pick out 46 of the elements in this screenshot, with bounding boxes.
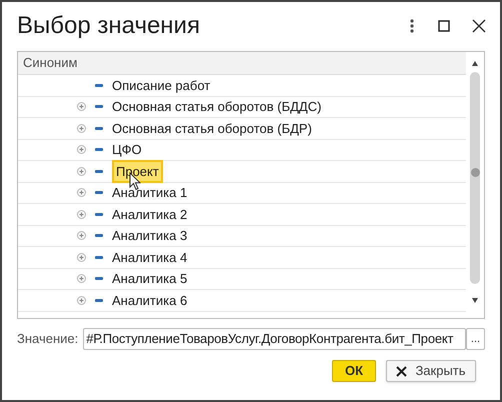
window-title: Выбор значения	[17, 11, 201, 41]
maximize-icon[interactable]	[438, 20, 450, 32]
expand-icon[interactable]	[77, 210, 86, 219]
expand-icon[interactable]	[77, 102, 86, 112]
attribute-icon	[95, 148, 103, 152]
tree-item[interactable]: Основная статья оборотов (БДДС)	[112, 97, 322, 116]
tree-item[interactable]: ЦФО	[112, 140, 142, 160]
expand-icon[interactable]	[77, 145, 86, 154]
tree-item[interactable]: Аналитика 4	[112, 248, 188, 267]
attribute-icon	[95, 170, 103, 173]
scroll-thumb[interactable]	[470, 168, 480, 177]
expand-icon[interactable]	[77, 124, 86, 133]
tree-item[interactable]: Аналитика 6	[112, 290, 188, 310]
column-header[interactable]: Синоним	[23, 53, 78, 73]
close-icon[interactable]	[472, 19, 486, 33]
tree-item[interactable]: Аналитика 5	[112, 269, 188, 288]
expand-icon[interactable]	[77, 252, 86, 262]
attribute-icon	[95, 212, 103, 216]
attribute-icon	[95, 105, 103, 108]
expand-icon[interactable]	[77, 274, 86, 284]
attribute-icon	[95, 298, 103, 302]
tree-item[interactable]: Описание работ	[112, 76, 210, 95]
attribute-icon	[95, 126, 103, 130]
tree-item[interactable]: Аналитика 2	[112, 204, 188, 224]
close-icon	[396, 366, 408, 376]
tree-item[interactable]: Основная статья оборотов (БДР)	[112, 118, 312, 138]
scroll-down-icon[interactable]	[472, 298, 478, 303]
tree-item[interactable]: Аналитика 3	[112, 226, 188, 246]
tree-item[interactable]: Аналитика 1	[112, 183, 188, 202]
value-field[interactable]: #Р.ПоступлениеТоваровУслуг.ДоговорКонтрагента.бит_Проект	[83, 328, 466, 350]
attribute-icon	[95, 256, 103, 259]
expand-icon[interactable]	[77, 231, 86, 240]
attribute-icon	[95, 84, 103, 87]
ok-button[interactable]: ОК	[332, 360, 376, 382]
scroll-up-icon[interactable]	[472, 61, 478, 66]
attribute-icon	[95, 191, 103, 194]
field-label: Значение:	[17, 330, 78, 348]
close-button[interactable]: Закрыть	[386, 360, 476, 382]
attribute-icon	[95, 234, 103, 238]
expand-icon[interactable]	[77, 188, 86, 198]
expand-icon[interactable]	[77, 166, 86, 176]
select-button[interactable]: ...	[466, 328, 485, 350]
more-icon[interactable]	[410, 19, 414, 33]
attribute-icon	[95, 277, 103, 280]
scroll-track[interactable]	[470, 72, 480, 284]
expand-icon[interactable]	[77, 296, 86, 305]
